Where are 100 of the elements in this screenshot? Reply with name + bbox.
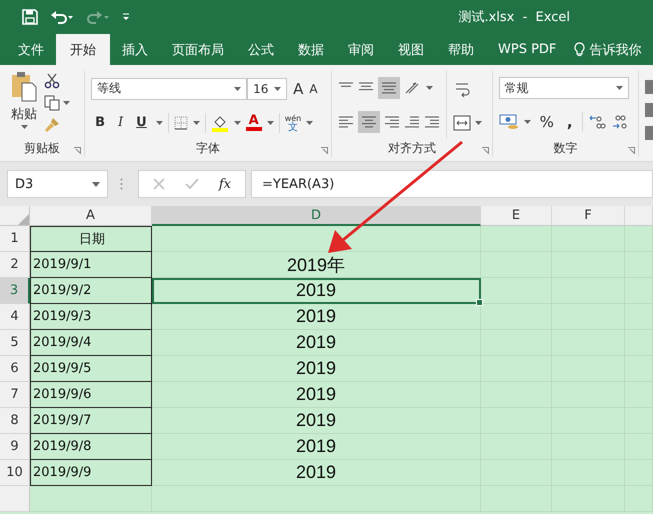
table-cell[interactable]: 2019: [152, 382, 481, 408]
table-cell[interactable]: 2019: [152, 278, 481, 304]
ribbon-tab[interactable]: 插入: [110, 34, 160, 65]
table-cell[interactable]: 2019/9/6: [30, 382, 152, 408]
ribbon-tab[interactable]: WPS PDF: [486, 34, 568, 65]
table-cell[interactable]: 2019/9/7: [30, 408, 152, 434]
caret-icon[interactable]: [274, 86, 282, 90]
lightbulb-icon[interactable]: [574, 42, 586, 57]
format-painter-icon[interactable]: [44, 117, 60, 133]
row-header[interactable]: 1: [0, 226, 30, 252]
decrease-decimal-icon[interactable]: [610, 114, 629, 130]
table-cell[interactable]: 2019: [152, 460, 481, 486]
ribbon-tab[interactable]: 文件: [6, 34, 56, 65]
row-header[interactable]: 7: [0, 382, 30, 408]
caret-icon[interactable]: [475, 120, 482, 124]
ribbon-tab[interactable]: 视图: [386, 34, 436, 65]
dialog-launcher-icon[interactable]: [482, 147, 489, 154]
ribbon-tab[interactable]: 数据: [286, 34, 336, 65]
enter-icon[interactable]: [184, 178, 199, 190]
row-header[interactable]: 8: [0, 408, 30, 434]
insert-function-button[interactable]: fx: [218, 176, 231, 192]
ribbon-tab[interactable]: 帮助: [436, 34, 486, 65]
row-header[interactable]: 2: [0, 252, 30, 278]
table-cell[interactable]: 2019: [152, 304, 481, 330]
save-icon[interactable]: [22, 9, 38, 25]
phonetic-text[interactable]: wén: [284, 114, 302, 122]
paste-button[interactable]: 粘贴: [11, 105, 37, 123]
empty-cell[interactable]: [481, 278, 552, 304]
paste-icon[interactable]: [10, 71, 38, 103]
currency-icon[interactable]: [498, 114, 519, 130]
dialog-launcher-icon[interactable]: [321, 147, 328, 154]
caret-icon[interactable]: [266, 120, 274, 124]
row-header[interactable]: 3: [0, 278, 30, 304]
number-format-field[interactable]: 常规: [498, 77, 629, 99]
name-box[interactable]: D3: [7, 170, 108, 198]
caret-icon[interactable]: [234, 86, 242, 90]
caret-icon[interactable]: [524, 120, 531, 124]
grow-font-button[interactable]: A: [293, 80, 304, 98]
row-header[interactable]: 4: [0, 304, 30, 330]
font-color-button[interactable]: A: [246, 114, 262, 130]
phonetic-char[interactable]: 文: [288, 122, 298, 132]
scissors-icon[interactable]: [44, 73, 60, 89]
table-cell[interactable]: 2019年: [152, 252, 481, 278]
increase-decimal-icon[interactable]: [588, 114, 606, 130]
shrink-font-button[interactable]: A: [309, 82, 318, 96]
align-left-icon[interactable]: [338, 115, 354, 129]
increase-indent-icon[interactable]: [424, 115, 440, 129]
column-header[interactable]: D: [152, 206, 481, 226]
table-cell[interactable]: 2019/9/4: [30, 330, 152, 356]
row-header[interactable]: 5: [0, 330, 30, 356]
comma-button[interactable]: ,: [562, 111, 577, 133]
percent-button[interactable]: %: [536, 111, 558, 133]
underline-button[interactable]: U: [132, 113, 151, 132]
column-header[interactable]: F: [552, 206, 625, 226]
caret-icon[interactable]: [192, 120, 200, 124]
align-right-icon[interactable]: [384, 115, 400, 129]
fill-color-icon[interactable]: [210, 114, 229, 132]
font-size-field[interactable]: 16: [247, 78, 288, 100]
caret-icon[interactable]: [426, 86, 434, 90]
table-cell[interactable]: 2019/9/3: [30, 304, 152, 330]
undo-icon[interactable]: [50, 9, 74, 25]
caret-icon[interactable]: [306, 120, 314, 124]
table-cell[interactable]: 2019/9/2: [30, 278, 152, 304]
caret-icon[interactable]: [20, 125, 28, 129]
merge-cells-icon[interactable]: [453, 114, 472, 130]
row-header[interactable]: 9: [0, 434, 30, 460]
customize-icon[interactable]: [122, 13, 130, 21]
dialog-launcher-icon[interactable]: [628, 147, 635, 154]
table-cell[interactable]: 2019/9/5: [30, 356, 152, 382]
empty-cell[interactable]: [152, 486, 481, 512]
empty-cell[interactable]: [625, 226, 653, 252]
styles-icon[interactable]: [645, 80, 653, 140]
table-cell[interactable]: 2019/9/1: [30, 252, 152, 278]
table-cell[interactable]: 日期: [30, 226, 152, 252]
borders-icon[interactable]: [174, 116, 188, 130]
redo-icon[interactable]: [86, 9, 110, 25]
drag-handle-icon[interactable]: [120, 178, 123, 190]
italic-button[interactable]: I: [114, 113, 128, 132]
ribbon-tab[interactable]: 页面布局: [160, 34, 236, 65]
align-bottom-icon[interactable]: [381, 81, 398, 95]
table-cell[interactable]: 2019: [152, 330, 481, 356]
column-header[interactable]: A: [30, 206, 152, 226]
formula-field[interactable]: =YEAR(A3): [251, 170, 653, 198]
decrease-indent-icon[interactable]: [404, 115, 420, 129]
caret-icon[interactable]: [156, 120, 163, 124]
table-cell[interactable]: 2019: [152, 434, 481, 460]
tell-me-field[interactable]: 告诉我你: [589, 40, 642, 58]
font-name-field[interactable]: 等线: [91, 78, 248, 100]
copy-icon[interactable]: [44, 95, 60, 111]
row-header[interactable]: 10: [0, 460, 30, 486]
empty-cell[interactable]: [481, 304, 552, 330]
table-cell[interactable]: 2019: [152, 408, 481, 434]
table-cell[interactable]: 2019/9/8: [30, 434, 152, 460]
caret-icon[interactable]: [616, 86, 623, 90]
caret-icon[interactable]: [92, 182, 100, 186]
cancel-icon[interactable]: [152, 178, 165, 190]
column-header[interactable]: E: [481, 206, 552, 226]
caret-icon[interactable]: [63, 101, 70, 105]
empty-cell[interactable]: [481, 226, 552, 252]
ribbon-tab[interactable]: 审阅: [336, 34, 386, 65]
